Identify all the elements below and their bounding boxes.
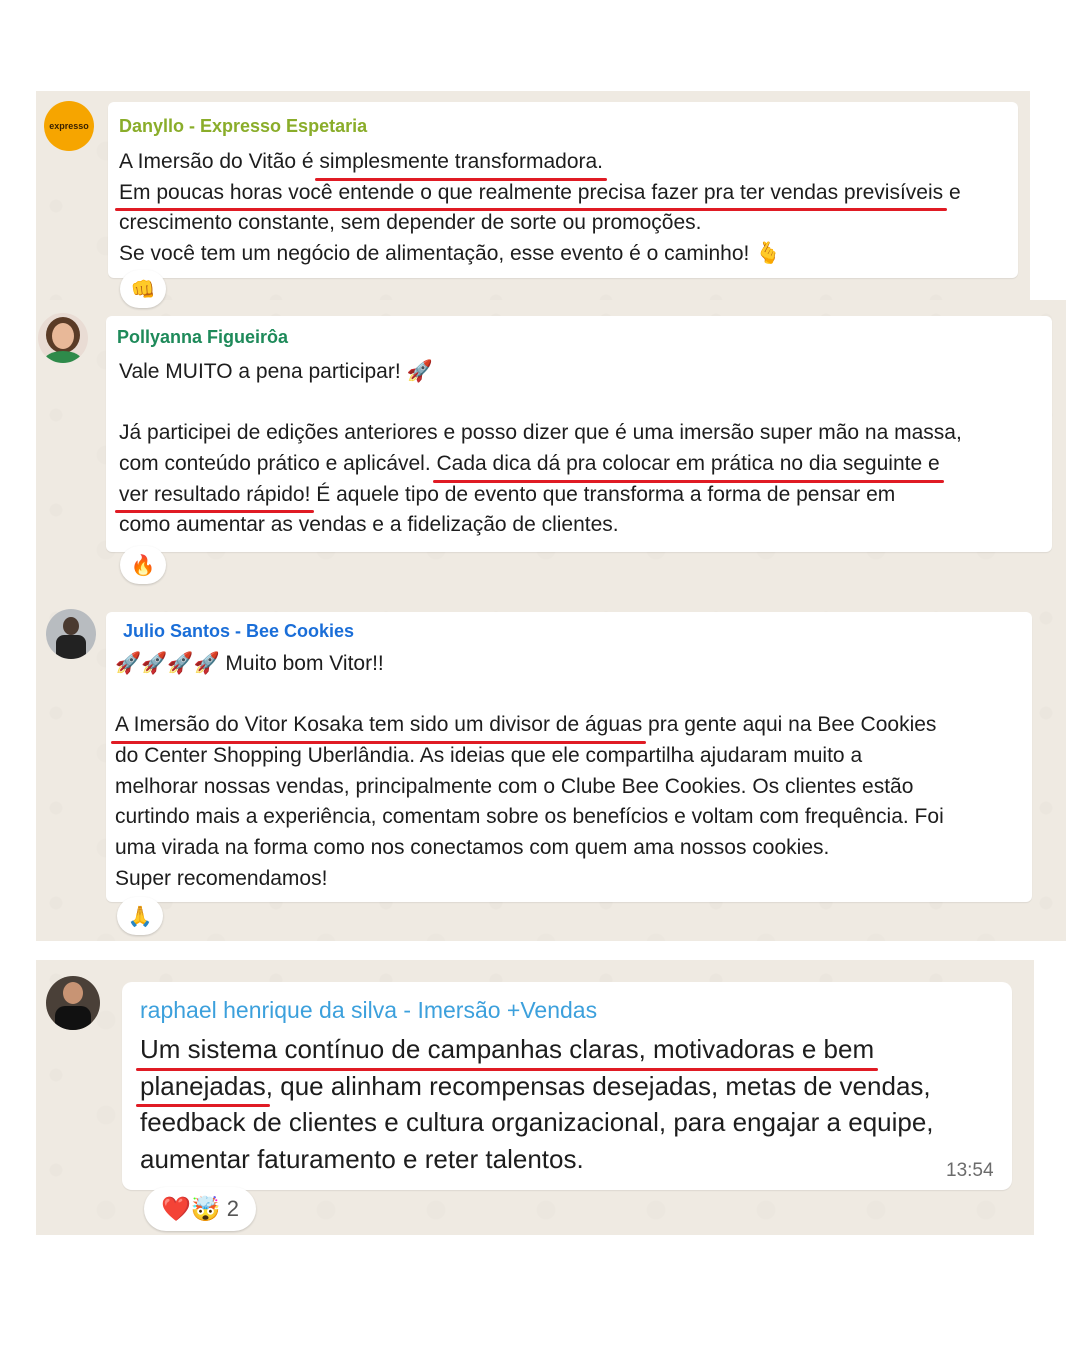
sender-name[interactable]: Julio Santos - Bee Cookies (123, 621, 354, 642)
highlight-underline: A Imersão do Vitor Kosaka tem sido um di… (110, 710, 647, 744)
highlight-underline: Cada dica dá pra colocar em prática no d… (432, 449, 944, 483)
reaction-badge[interactable]: 🙏 (117, 897, 163, 935)
avatar-top (44, 351, 82, 363)
message-text: Um sistema contínuo de campanhas claras,… (135, 1031, 934, 1177)
sender-name[interactable]: Danyllo - Expresso Espetaria (119, 116, 367, 137)
reaction-emojis: ❤️🤯 (160, 1195, 221, 1223)
avatar-head (63, 617, 79, 635)
highlight-underline: simplesmente transformadora. (315, 147, 607, 181)
avatar-danyllo[interactable]: expresso (44, 101, 94, 151)
message-text: 🚀🚀🚀🚀 Muito bom Vitor!! A Imersão do Vito… (110, 652, 944, 890)
highlight-underline: Um sistema contínuo de campanhas claras,… (135, 1031, 879, 1070)
avatar-julio[interactable] (46, 609, 96, 659)
reaction-badge[interactable]: 🔥 (120, 546, 166, 584)
sender-name[interactable]: raphael henrique da silva - Imersão +Ven… (140, 997, 597, 1024)
avatar-logo-text: expresso (49, 121, 89, 131)
reaction-badge[interactable]: 👊 (120, 270, 166, 308)
message-text: A Imersão do Vitão é simplesmente transf… (114, 147, 961, 270)
highlight-underline: Em poucas horas você entende o que realm… (114, 178, 948, 212)
avatar-face (52, 323, 74, 349)
avatar-pollyanna[interactable] (38, 313, 88, 363)
avatar-body (55, 1006, 91, 1030)
highlight-underline: planejadas (136, 1068, 270, 1107)
sender-name[interactable]: Pollyanna Figueirôa (117, 327, 288, 348)
reaction-count: 2 (226, 1196, 239, 1221)
highlight-underline: ver resultado rápido! (114, 480, 315, 514)
message-text: Vale MUITO a pena participar! 🚀 Já parti… (114, 360, 962, 537)
avatar-head (63, 982, 83, 1004)
message-timestamp: 13:54 (946, 1160, 994, 1181)
reaction-badge[interactable]: ❤️🤯 2 (144, 1187, 256, 1231)
avatar-raphael[interactable] (46, 976, 100, 1030)
avatar-body (56, 635, 86, 659)
